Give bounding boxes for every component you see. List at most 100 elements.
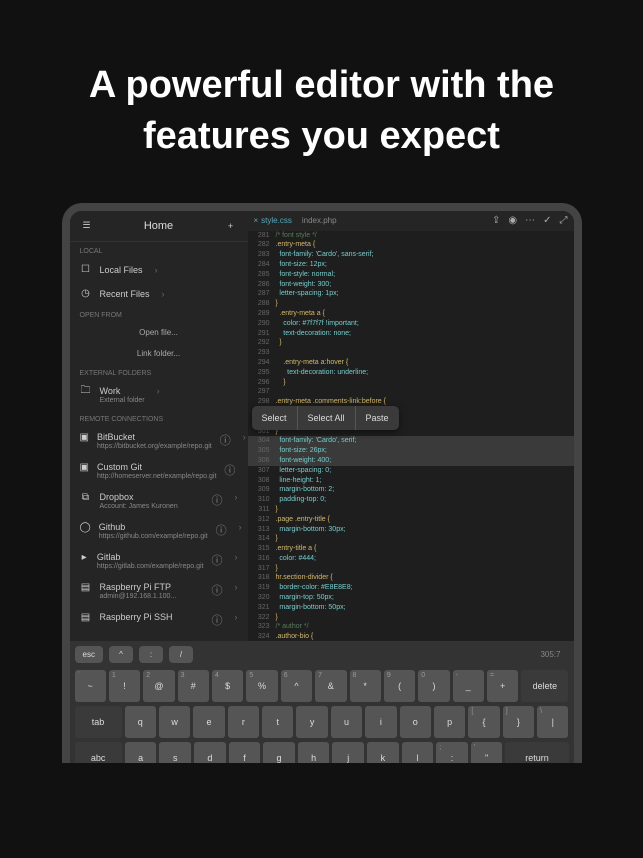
- keyboard: esc ^ : / 305:7 `~1!2@3#4$5%6^7&8*9(0)-_…: [70, 641, 574, 763]
- tab-indexphp[interactable]: index.php: [302, 216, 337, 225]
- sidebar-header: ☰ Home +: [70, 211, 248, 242]
- key[interactable]: y: [296, 706, 327, 738]
- info-icon[interactable]: ⓘ: [224, 462, 235, 478]
- info-icon[interactable]: ⓘ: [212, 582, 223, 598]
- key[interactable]: 6^: [281, 670, 312, 702]
- key[interactable]: g: [263, 742, 295, 763]
- key-slash[interactable]: /: [169, 646, 193, 663]
- key[interactable]: d: [194, 742, 226, 763]
- code-area[interactable]: Select Select All Paste 281/* font style…: [248, 231, 574, 641]
- key[interactable]: return: [505, 742, 568, 763]
- info-icon[interactable]: ⓘ: [212, 552, 223, 568]
- key[interactable]: ]}: [503, 706, 534, 738]
- line-content: margin-bottom: 2;: [276, 485, 335, 495]
- sidebar-item-work[interactable]: 🗀 Work External folder ›: [70, 380, 248, 410]
- key[interactable]: w: [159, 706, 190, 738]
- line-number: 294: [252, 358, 276, 368]
- key[interactable]: =+: [487, 670, 518, 702]
- info-icon[interactable]: ⓘ: [220, 432, 231, 448]
- sidebar-item-remote[interactable]: ▣Custom Githttp://homeserver.net/example…: [70, 456, 248, 486]
- sidebar-item-remote[interactable]: ▸Gitlabhttps://gitlab.com/example/repo.g…: [70, 546, 248, 576]
- service-icon: ▸: [80, 552, 89, 564]
- service-icon: ▤: [80, 612, 92, 624]
- key[interactable]: f: [229, 742, 261, 763]
- sidebar-item-remote[interactable]: ▣BitBuckethttps://bitbucket.org/example/…: [70, 426, 248, 456]
- more-icon[interactable]: ⋯: [525, 215, 535, 226]
- key[interactable]: u: [331, 706, 362, 738]
- key[interactable]: -_: [453, 670, 484, 702]
- key[interactable]: 2@: [143, 670, 174, 702]
- key[interactable]: s: [159, 742, 191, 763]
- line-number: 322: [252, 613, 276, 623]
- tab-stylecss[interactable]: × style.css: [254, 216, 292, 225]
- sidebar-item-remote[interactable]: ◯Githubhttps://github.com/example/repo.g…: [70, 516, 248, 546]
- sidebar-item-remote[interactable]: ▤Raspberry Pi FTPadmin@192.168.1.100...ⓘ…: [70, 576, 248, 606]
- link-folder-link[interactable]: Link folder...: [70, 343, 248, 364]
- close-icon[interactable]: ×: [254, 216, 259, 225]
- sidebar-item-local-files[interactable]: ☐ Local Files ›: [70, 258, 248, 282]
- key[interactable]: ;:: [436, 742, 468, 763]
- sidebar-item-remote[interactable]: ▤Raspberry Pi SSHⓘ›: [70, 606, 248, 634]
- line-content: font-family: 'Cardo', sans-serif;: [276, 250, 374, 260]
- code-line: 312.page .entry-title {: [248, 515, 574, 525]
- key[interactable]: 1!: [109, 670, 140, 702]
- share-icon[interactable]: ⇪: [492, 215, 500, 226]
- line-content: .entry-meta a {: [276, 309, 325, 319]
- key[interactable]: 7&: [315, 670, 346, 702]
- context-paste[interactable]: Paste: [356, 406, 399, 431]
- key[interactable]: p: [434, 706, 465, 738]
- line-number: 284: [252, 260, 276, 270]
- key[interactable]: q: [125, 706, 156, 738]
- expand-icon[interactable]: ⤢: [560, 215, 568, 226]
- add-icon[interactable]: +: [224, 219, 238, 233]
- key[interactable]: l: [402, 742, 434, 763]
- sidebar-item-recent-files[interactable]: ◷ Recent Files ›: [70, 282, 248, 306]
- key-colon[interactable]: :: [139, 646, 163, 663]
- key[interactable]: tab: [75, 706, 122, 738]
- info-icon[interactable]: ⓘ: [216, 522, 227, 538]
- code-line: 294 .entry-meta a:hover {: [248, 358, 574, 368]
- eye-icon[interactable]: ◉: [508, 215, 517, 226]
- info-icon[interactable]: ⓘ: [212, 612, 223, 628]
- key[interactable]: i: [365, 706, 396, 738]
- sidebar-item-label: Gitlab: [97, 552, 204, 562]
- sidebar-item-sub: Account: James Kuronen: [100, 503, 178, 510]
- key[interactable]: abc: [75, 742, 122, 763]
- code-line: 290 color: #7f7f7f !important;: [248, 319, 574, 329]
- key-esc[interactable]: esc: [75, 646, 103, 663]
- key[interactable]: [{: [468, 706, 499, 738]
- key[interactable]: o: [400, 706, 431, 738]
- key[interactable]: '": [471, 742, 503, 763]
- context-select-all[interactable]: Select All: [298, 406, 356, 431]
- key[interactable]: 3#: [178, 670, 209, 702]
- key[interactable]: h: [298, 742, 330, 763]
- key[interactable]: 5%: [246, 670, 277, 702]
- code-line: 317}: [248, 564, 574, 574]
- tab-label: style.css: [261, 216, 292, 225]
- info-icon[interactable]: ⓘ: [212, 492, 223, 508]
- check-icon[interactable]: ✓: [543, 215, 551, 226]
- sidebar-item-label: Recent Files: [100, 289, 150, 299]
- open-file-link[interactable]: Open file...: [70, 322, 248, 343]
- key[interactable]: r: [228, 706, 259, 738]
- code-line: 319 border-color: #E8E8E8;: [248, 583, 574, 593]
- sidebar-item-remote[interactable]: ⧉DropboxAccount: James Kuronenⓘ›: [70, 486, 248, 516]
- key[interactable]: e: [193, 706, 224, 738]
- key[interactable]: 9(: [384, 670, 415, 702]
- key[interactable]: \|: [537, 706, 568, 738]
- key[interactable]: `~: [75, 670, 106, 702]
- key[interactable]: a: [125, 742, 157, 763]
- key[interactable]: 4$: [212, 670, 243, 702]
- key[interactable]: delete: [521, 670, 568, 702]
- key-caret[interactable]: ^: [109, 646, 133, 663]
- key[interactable]: 0): [418, 670, 449, 702]
- key[interactable]: t: [262, 706, 293, 738]
- line-number: 287: [252, 289, 276, 299]
- line-number: 315: [252, 544, 276, 554]
- context-select[interactable]: Select: [252, 406, 298, 431]
- key[interactable]: 8*: [350, 670, 381, 702]
- line-content: }: [276, 564, 278, 574]
- settings-icon[interactable]: ☰: [80, 219, 94, 233]
- key[interactable]: j: [332, 742, 364, 763]
- key[interactable]: k: [367, 742, 399, 763]
